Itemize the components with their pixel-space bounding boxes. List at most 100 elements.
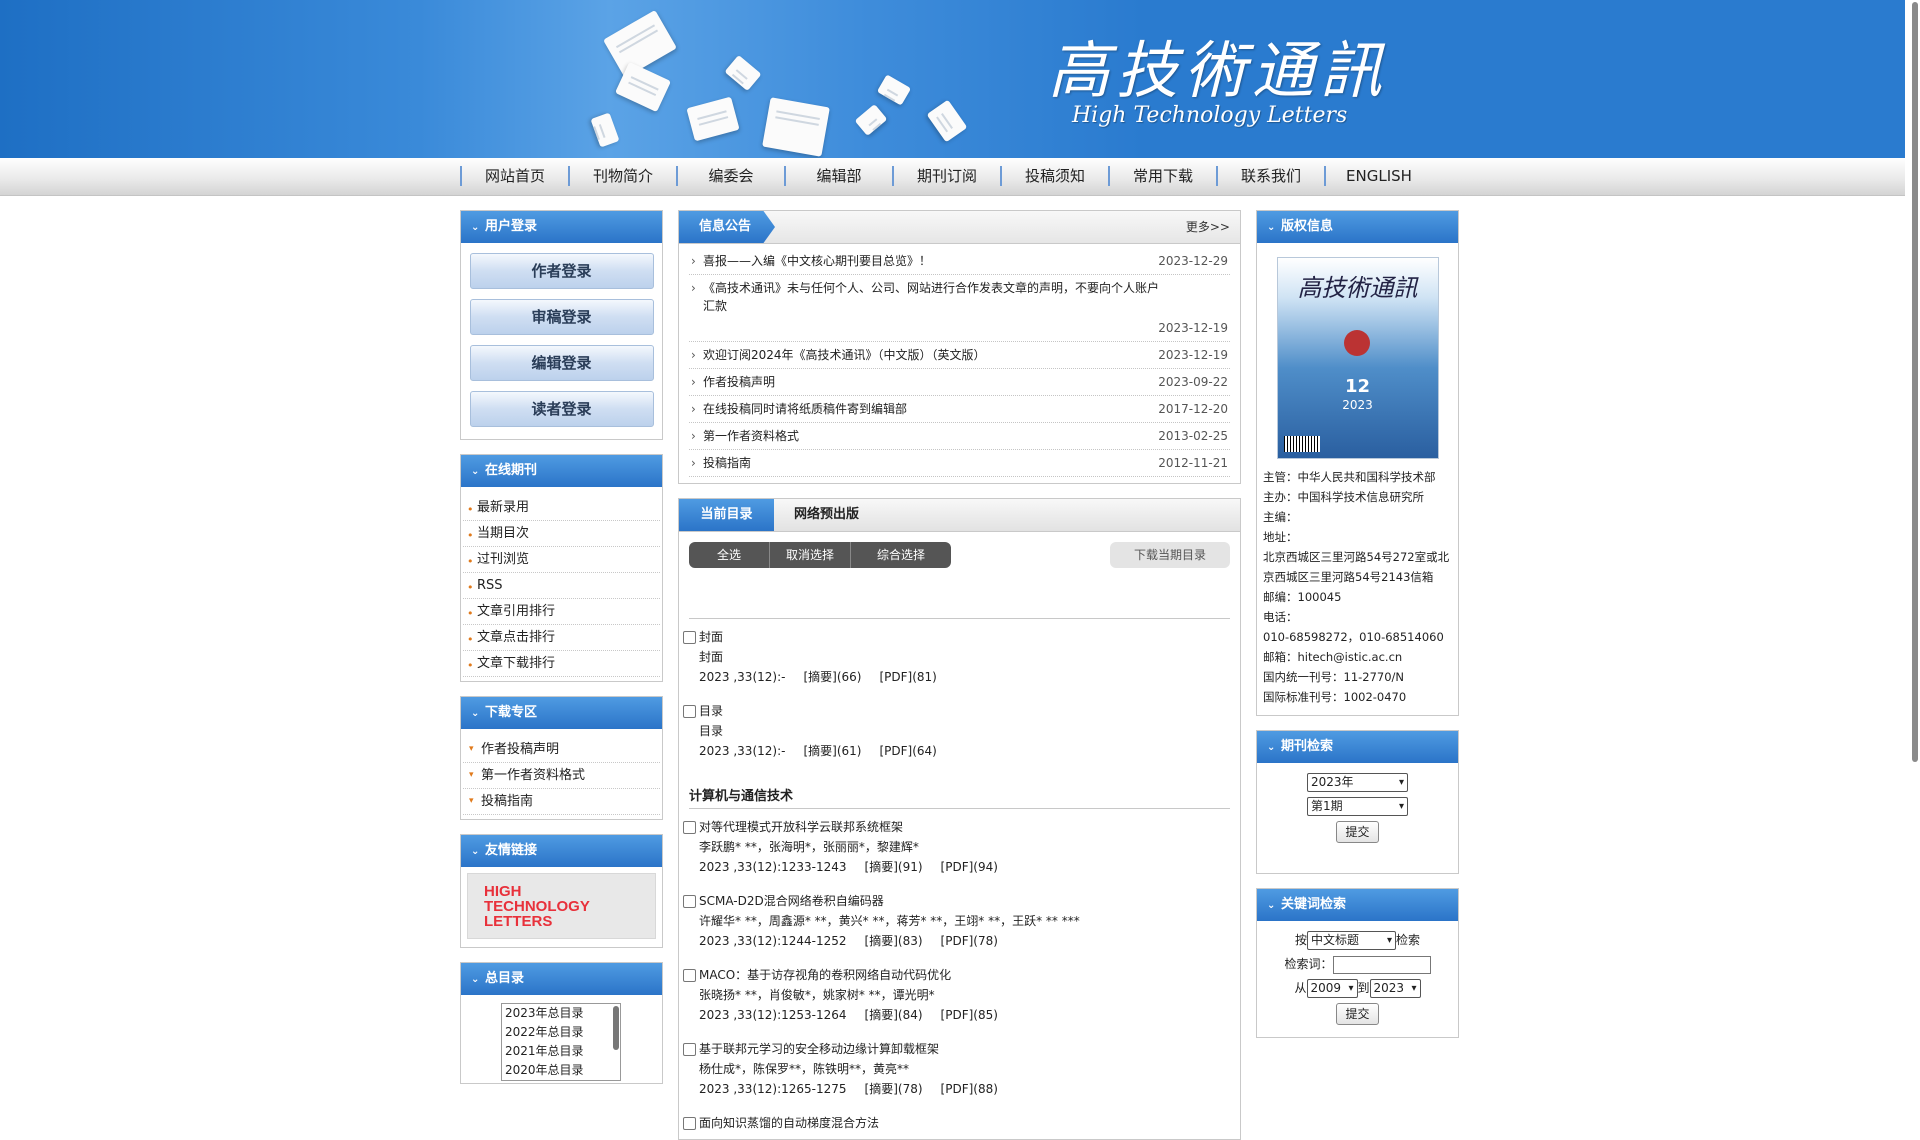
- selection-toolbar: 全选 取消选择 综合选择: [689, 542, 951, 568]
- toc-panel: 当前目录 网络预出版 全选 取消选择 综合选择 下载当期目录 封面 封面 202…: [678, 498, 1241, 1140]
- link-latest-accepted[interactable]: 最新录用: [463, 495, 660, 522]
- nav-downloads[interactable]: 常用下载: [1108, 166, 1216, 186]
- toc-article: 目录 目录 2023 ,33(12):- [摘要](61) [PDF](64): [683, 701, 1230, 761]
- archive-option[interactable]: 2020年总目录: [502, 1061, 620, 1080]
- site-banner: 高技術通訊 High Technology Letters: [0, 0, 1905, 158]
- keyword-input[interactable]: [1332, 955, 1431, 974]
- htl-english-logo-link[interactable]: HIGH TECHNOLOGY LETTERS: [467, 873, 656, 939]
- download-author-statement[interactable]: 作者投稿声明: [463, 737, 660, 763]
- link-citation-ranking[interactable]: 文章引用排行: [463, 599, 660, 626]
- chevron-down-icon: ⌄: [1267, 742, 1276, 753]
- paper-graphic: [854, 103, 888, 137]
- page-scrollbar[interactable]: [1912, 2, 1918, 762]
- notice-panel: 信息公告 更多>> 喜报——入编《中文核心期刊要目总览》！2023-12-29 …: [678, 210, 1241, 484]
- nav-about[interactable]: 刊物简介: [568, 166, 676, 186]
- notice-item[interactable]: 喜报——入编《中文核心期刊要目总览》！2023-12-29: [689, 248, 1230, 275]
- paper-graphic: [926, 99, 968, 143]
- article-title[interactable]: 基于联邦元学习的安全移动边缘计算卸载框架: [699, 1039, 939, 1059]
- download-submission-guide[interactable]: 投稿指南: [463, 789, 660, 815]
- chevron-down-icon: ⌄: [471, 846, 480, 857]
- listbox-scrollbar[interactable]: [613, 1006, 619, 1050]
- tab-online-first[interactable]: 网络预出版: [794, 499, 859, 531]
- from-year-select[interactable]: 2009: [1306, 978, 1358, 998]
- link-click-ranking[interactable]: 文章点击排行: [463, 625, 660, 652]
- notice-item[interactable]: 第一作者资料格式2013-02-25: [689, 423, 1230, 450]
- notice-item[interactable]: 作者投稿声明2023-09-22: [689, 369, 1230, 396]
- nav-home[interactable]: 网站首页: [460, 166, 568, 186]
- toc-article: 基于联邦元学习的安全移动边缘计算卸载框架 杨仕成*，陈保罗**，陈铁明**，黄亮…: [683, 1039, 1230, 1099]
- nav-subscribe[interactable]: 期刊订阅: [892, 166, 1000, 186]
- download-first-author-format[interactable]: 第一作者资料格式: [463, 763, 660, 789]
- reviewer-login-button[interactable]: 审稿登录: [469, 299, 654, 335]
- archive-listbox[interactable]: 2023年总目录 2022年总目录 2021年总目录 2020年总目录: [501, 1003, 621, 1081]
- panel-title: 期刊检索: [1281, 739, 1334, 754]
- abstract-link[interactable]: [摘要](78): [865, 1082, 923, 1096]
- article-title[interactable]: SCMA-D2D混合网络卷积自编码器: [699, 891, 884, 911]
- select-all-button[interactable]: 全选: [689, 542, 770, 568]
- pdf-link[interactable]: [PDF](78): [941, 934, 998, 948]
- article-checkbox[interactable]: [683, 704, 696, 718]
- article-title[interactable]: 面向知识蒸馏的自动梯度混合方法: [699, 1113, 879, 1133]
- article-title[interactable]: 封面: [699, 627, 723, 647]
- issue-select[interactable]: 第1期: [1307, 797, 1408, 816]
- pdf-link[interactable]: [PDF](64): [879, 744, 936, 758]
- article-checkbox[interactable]: [683, 820, 696, 834]
- article-checkbox[interactable]: [683, 1116, 696, 1130]
- year-select[interactable]: 2023年: [1307, 773, 1408, 792]
- notice-more-link[interactable]: 更多>>: [1186, 211, 1230, 243]
- article-authors: 张晓扬* **，肖俊敏*，姚家树* **，谭光明*: [699, 988, 935, 1002]
- pdf-link[interactable]: [PDF](81): [879, 670, 936, 684]
- notice-item[interactable]: 《高技术通讯》未与任何个人、公司、网站进行合作发表文章的声明，不要向个人账户汇款…: [689, 275, 1230, 342]
- notice-item[interactable]: 欢迎订阅2024年《高技术通讯》（中文版）（英文版）2023-12-19: [689, 342, 1230, 369]
- keyword-search-submit-button[interactable]: 提交: [1336, 1002, 1379, 1025]
- chevron-down-icon: ⌄: [471, 974, 480, 985]
- to-year-select[interactable]: 2023: [1369, 978, 1421, 998]
- nav-contact[interactable]: 联系我们: [1216, 166, 1324, 186]
- pdf-link[interactable]: [PDF](88): [941, 1082, 998, 1096]
- link-rss[interactable]: RSS: [463, 573, 660, 600]
- article-checkbox[interactable]: [683, 1042, 696, 1056]
- article-subtitle: 目录: [699, 724, 724, 738]
- download-toc-button[interactable]: 下载当期目录: [1110, 542, 1230, 568]
- chevron-down-icon: ⌄: [471, 466, 480, 477]
- archive-option[interactable]: 2023年总目录: [502, 1004, 620, 1023]
- pdf-link[interactable]: [PDF](94): [941, 860, 998, 874]
- phone: 010-68598272，010-68514060: [1263, 630, 1444, 644]
- nav-editorial-office[interactable]: 编辑部: [784, 166, 892, 186]
- article-checkbox[interactable]: [683, 630, 696, 644]
- link-download-ranking[interactable]: 文章下载排行: [463, 651, 660, 678]
- nav-editorial-board[interactable]: 编委会: [676, 166, 784, 186]
- article-title[interactable]: 对等代理模式开放科学云联邦系统框架: [699, 817, 903, 837]
- abstract-link[interactable]: [摘要](84): [865, 1008, 923, 1022]
- link-past-issues[interactable]: 过刊浏览: [463, 547, 660, 574]
- issue-search-submit-button[interactable]: 提交: [1336, 821, 1379, 843]
- main-nav: 网站首页 刊物简介 编委会 编辑部 期刊订阅 投稿须知 常用下载 联系我们 EN…: [0, 158, 1905, 196]
- author-login-button[interactable]: 作者登录: [469, 253, 654, 289]
- link-current-issue[interactable]: 当期目次: [463, 521, 660, 548]
- notice-item[interactable]: 投稿指南2012-11-21: [689, 450, 1230, 477]
- archive-option[interactable]: 2022年总目录: [502, 1023, 620, 1042]
- abstract-link[interactable]: [摘要](83): [865, 934, 923, 948]
- abstract-link[interactable]: [摘要](61): [803, 744, 861, 758]
- abstract-link[interactable]: [摘要](91): [865, 860, 923, 874]
- chevron-down-icon: ⌄: [471, 222, 480, 233]
- tab-current-issue[interactable]: 当前目录: [679, 499, 774, 531]
- search-field-select[interactable]: 中文标题: [1307, 931, 1396, 950]
- cancel-selection-button[interactable]: 取消选择: [770, 542, 851, 568]
- article-title[interactable]: MACO：基于访存视角的卷积网络自动代码优化: [699, 965, 951, 985]
- nav-english[interactable]: ENGLISH: [1324, 166, 1432, 186]
- reader-login-button[interactable]: 读者登录: [469, 391, 654, 427]
- article-title[interactable]: 目录: [699, 701, 723, 721]
- combined-selection-button[interactable]: 综合选择: [851, 542, 951, 568]
- cn-number: 11-2770/N: [1343, 670, 1405, 684]
- friend-links-panel: ⌄ 友情链接 HIGH TECHNOLOGY LETTERS: [460, 834, 663, 948]
- abstract-link[interactable]: [摘要](66): [803, 670, 861, 684]
- paper-graphic: [686, 96, 740, 142]
- archive-option[interactable]: 2021年总目录: [502, 1042, 620, 1061]
- notice-item[interactable]: 在线投稿同时请将纸质稿件寄到编辑部2017-12-20: [689, 396, 1230, 423]
- nav-submission-guide[interactable]: 投稿须知: [1000, 166, 1108, 186]
- article-checkbox[interactable]: [683, 968, 696, 982]
- editor-login-button[interactable]: 编辑登录: [469, 345, 654, 381]
- pdf-link[interactable]: [PDF](85): [941, 1008, 998, 1022]
- article-checkbox[interactable]: [683, 894, 696, 908]
